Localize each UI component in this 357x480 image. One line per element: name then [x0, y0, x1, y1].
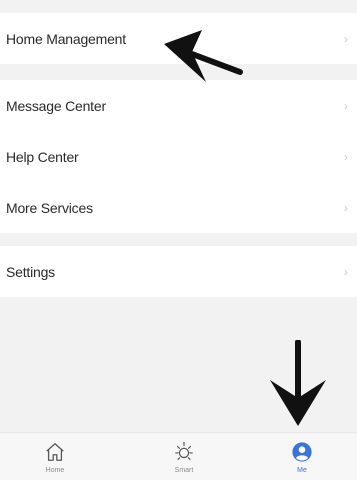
menu-item-help-center[interactable]: Help Center ›	[0, 131, 357, 182]
chevron-right-icon: ›	[344, 31, 348, 46]
me-screen: Home Management › Message Center › Help …	[0, 0, 357, 480]
chevron-right-icon: ›	[344, 149, 348, 164]
annotation-arrow-icon	[164, 30, 243, 82]
menu-group-3: Settings ›	[0, 246, 357, 297]
menu-group-2: Message Center › Help Center › More Serv…	[0, 80, 357, 233]
menu-item-label: Settings	[6, 263, 55, 280]
tab-label: Home	[45, 467, 65, 474]
tab-home[interactable]: Home	[5, 433, 105, 480]
home-icon	[46, 443, 64, 461]
profile-icon	[292, 442, 312, 462]
chevron-right-icon: ›	[344, 98, 348, 113]
bottom-tab-bar: Home Smart Me	[0, 432, 357, 480]
tab-me[interactable]: Me	[252, 433, 352, 480]
menu-item-label: Home Management	[6, 30, 126, 47]
menu-item-label: Help Center	[6, 148, 79, 165]
tab-label: Smart	[174, 467, 194, 474]
menu-item-settings[interactable]: Settings ›	[0, 246, 357, 297]
tab-smart[interactable]: Smart	[134, 433, 234, 480]
annotation-arrow-icon	[270, 340, 326, 426]
sun-icon	[175, 441, 193, 460]
menu-item-more-services[interactable]: More Services ›	[0, 182, 357, 233]
menu-item-label: Message Center	[6, 97, 106, 114]
tab-label: Me	[297, 467, 307, 474]
menu-item-label: More Services	[6, 199, 93, 216]
chevron-right-icon: ›	[344, 200, 348, 215]
chevron-right-icon: ›	[344, 264, 348, 279]
